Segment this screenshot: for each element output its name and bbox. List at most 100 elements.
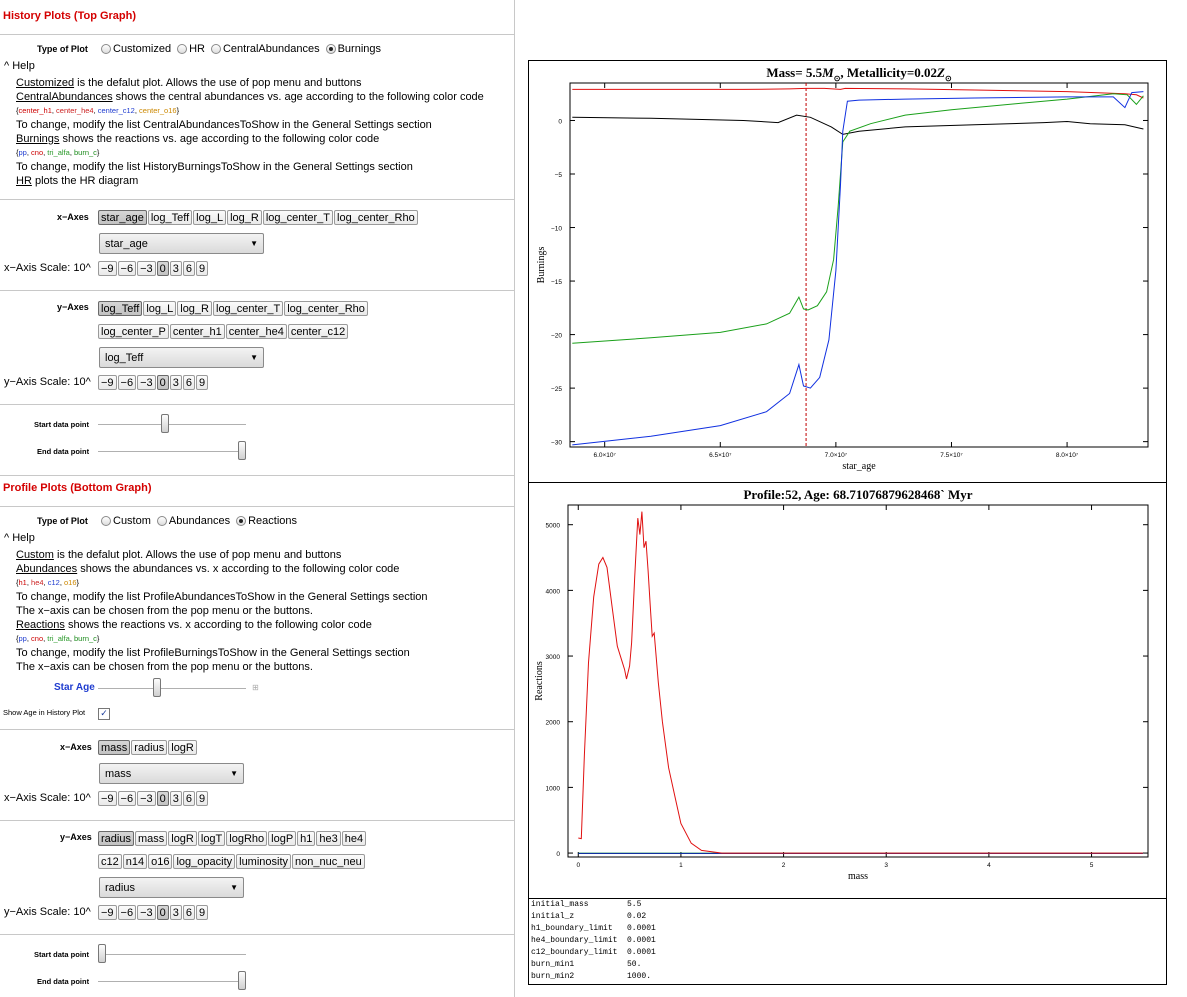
profile-x-button-logr[interactable]: logR: [168, 740, 197, 755]
history-y-button-log-l[interactable]: log_L: [143, 301, 177, 316]
history-yscale-button--3[interactable]: −3: [137, 375, 156, 390]
star-age-slider[interactable]: [152, 678, 161, 697]
history-yscale-button-6[interactable]: 6: [182, 375, 196, 390]
profile-type-option-reactions[interactable]: Reactions: [236, 515, 297, 527]
history-yscale-button--9[interactable]: −9: [98, 375, 117, 390]
profile-y-button-n14[interactable]: n14: [122, 854, 148, 869]
profile-xscale-button-3[interactable]: 3: [169, 791, 182, 806]
y-tick-label: 4000: [546, 588, 561, 595]
history-y-button-center-he4[interactable]: center_he4: [225, 324, 287, 339]
profile-y-button-o16[interactable]: o16: [148, 854, 173, 869]
profile-yscale-button--6[interactable]: −6: [117, 905, 137, 920]
profile-yscale-buttons: −9 −6 −3 0 3 6 9: [98, 905, 209, 920]
profile-type-option-custom[interactable]: Custom: [101, 515, 151, 527]
y-tick-label: 0: [558, 118, 562, 125]
history-x-button-log-center-t[interactable]: log_center_T: [262, 210, 334, 225]
history-yaxes-dropdown[interactable]: log_Teff ▼: [99, 347, 264, 368]
history-y-button-center-c12[interactable]: center_c12: [287, 324, 349, 339]
history-yscale-button-9[interactable]: 9: [196, 375, 209, 390]
history-xscale-button--6[interactable]: −6: [117, 261, 137, 276]
history-yscale-button-3[interactable]: 3: [169, 375, 182, 390]
x-tick-label: 5: [1090, 862, 1094, 869]
profile-xscale-button--9[interactable]: −9: [98, 791, 117, 806]
profile-yscale-button--9[interactable]: −9: [98, 905, 117, 920]
profile-y-button-luminosity[interactable]: luminosity: [236, 854, 292, 869]
profile-type-label: Type of Plot: [37, 516, 88, 526]
series-line-1: [572, 114, 1144, 135]
color-code-item: cno: [31, 634, 44, 643]
history-start-slider[interactable]: [161, 414, 169, 433]
color-code-item: center_h1: [18, 106, 52, 115]
x-tick-label: 1: [679, 862, 683, 869]
profile-yscale-button--3[interactable]: −3: [137, 905, 156, 920]
history-yscale-button-0[interactable]: 0: [156, 375, 169, 390]
profile-xscale-button--6[interactable]: −6: [117, 791, 137, 806]
profile-y-button-h1[interactable]: h1: [297, 831, 316, 846]
history-xscale-button-3[interactable]: 3: [169, 261, 182, 276]
history-type-option-centralabundances[interactable]: CentralAbundances: [210, 43, 320, 55]
settings-value: 50.: [627, 960, 642, 969]
history-y-button-log-center-p[interactable]: log_center_P: [98, 324, 169, 339]
y-axis-label: Reactions: [534, 661, 545, 701]
history-xscale-button-6[interactable]: 6: [182, 261, 196, 276]
profile-y-button-logrho[interactable]: logRho: [226, 831, 268, 846]
history-x-button-log-r[interactable]: log_R: [227, 210, 262, 225]
history-xaxes-dropdown[interactable]: star_age ▼: [99, 233, 264, 254]
profile-y-button-he3[interactable]: he3: [316, 831, 341, 846]
profile-yscale-button-3[interactable]: 3: [169, 905, 182, 920]
history-end-slider[interactable]: [238, 441, 246, 460]
history-xscale-button-9[interactable]: 9: [196, 261, 209, 276]
profile-y-button-log-opacity[interactable]: log_opacity: [173, 854, 236, 869]
history-xscale-button--9[interactable]: −9: [98, 261, 117, 276]
profile-type-option-abundances[interactable]: Abundances: [156, 515, 230, 527]
profile-xscale-button--3[interactable]: −3: [137, 791, 156, 806]
profile-y-button-radius[interactable]: radius: [98, 831, 134, 846]
profile-x-button-radius[interactable]: radius: [131, 740, 168, 755]
history-help-toggle[interactable]: ^ Help: [4, 60, 35, 72]
history-y-button-log-teff[interactable]: log_Teff: [98, 301, 143, 316]
history-y-button-center-h1[interactable]: center_h1: [169, 324, 225, 339]
profile-xscale-label: x−Axis Scale: 10^: [4, 792, 91, 804]
history-xscale-button--3[interactable]: −3: [137, 261, 156, 276]
history-yscale-button--6[interactable]: −6: [117, 375, 137, 390]
profile-yaxes-buttons: radius mass logR logT logRho logP h1 he3 he4: [98, 831, 367, 846]
history-x-button-log-l[interactable]: log_L: [193, 210, 227, 225]
profile-yaxes-dropdown[interactable]: radius ▼: [99, 877, 244, 898]
profile-y-button-he4[interactable]: he4: [341, 831, 367, 846]
profile-x-button-mass[interactable]: mass: [98, 740, 131, 755]
profile-yscale-button-0[interactable]: 0: [156, 905, 169, 920]
profile-xscale-button-0[interactable]: 0: [156, 791, 169, 806]
history-x-button-log-center-rho[interactable]: log_center_Rho: [334, 210, 418, 225]
star-age-expand-icon[interactable]: ⊞: [252, 683, 259, 692]
profile-y-button-non-nuc-neu[interactable]: non_nuc_neu: [292, 854, 365, 869]
history-xscale-button-0[interactable]: 0: [156, 261, 169, 276]
profile-y-button-c12[interactable]: c12: [98, 854, 122, 869]
profile-y-button-logt[interactable]: logT: [197, 831, 226, 846]
history-type-option-hr[interactable]: HR: [177, 43, 205, 55]
history-y-button-log-r[interactable]: log_R: [177, 301, 212, 316]
history-x-button-star-age[interactable]: star_age: [98, 210, 147, 225]
profile-y-button-mass[interactable]: mass: [134, 831, 168, 846]
history-y-button-log-center-t[interactable]: log_center_T: [213, 301, 284, 316]
profile-help-toggle[interactable]: ^ Help: [4, 532, 35, 544]
show-age-checkbox[interactable]: ✓: [98, 705, 110, 720]
history-type-option-customized[interactable]: Customized: [101, 43, 171, 55]
profile-yscale-button-6[interactable]: 6: [182, 905, 196, 920]
y-tick-label: 1000: [546, 785, 561, 792]
profile-end-slider[interactable]: [238, 971, 246, 990]
help-text: To change, modify the list ProfileAbunda…: [16, 591, 428, 603]
profile-y-button-logr[interactable]: logR: [168, 831, 197, 846]
help-line: The x−axis can be chosen from the pop me…: [16, 660, 428, 674]
divider: [0, 506, 514, 507]
history-y-button-log-center-rho[interactable]: log_center_Rho: [284, 301, 368, 316]
profile-xaxes-dropdown[interactable]: mass ▼: [99, 763, 244, 784]
profile-start-slider[interactable]: [98, 944, 106, 963]
profile-xscale-button-9[interactable]: 9: [196, 791, 209, 806]
check-icon: ✓: [98, 708, 110, 720]
profile-y-button-logp[interactable]: logP: [268, 831, 297, 846]
history-x-button-log-teff[interactable]: log_Teff: [147, 210, 193, 225]
profile-xscale-button-6[interactable]: 6: [182, 791, 196, 806]
help-line: CentralAbundances shows the central abun…: [16, 90, 484, 104]
history-type-option-burnings[interactable]: Burnings: [325, 43, 381, 55]
profile-yscale-button-9[interactable]: 9: [196, 905, 209, 920]
